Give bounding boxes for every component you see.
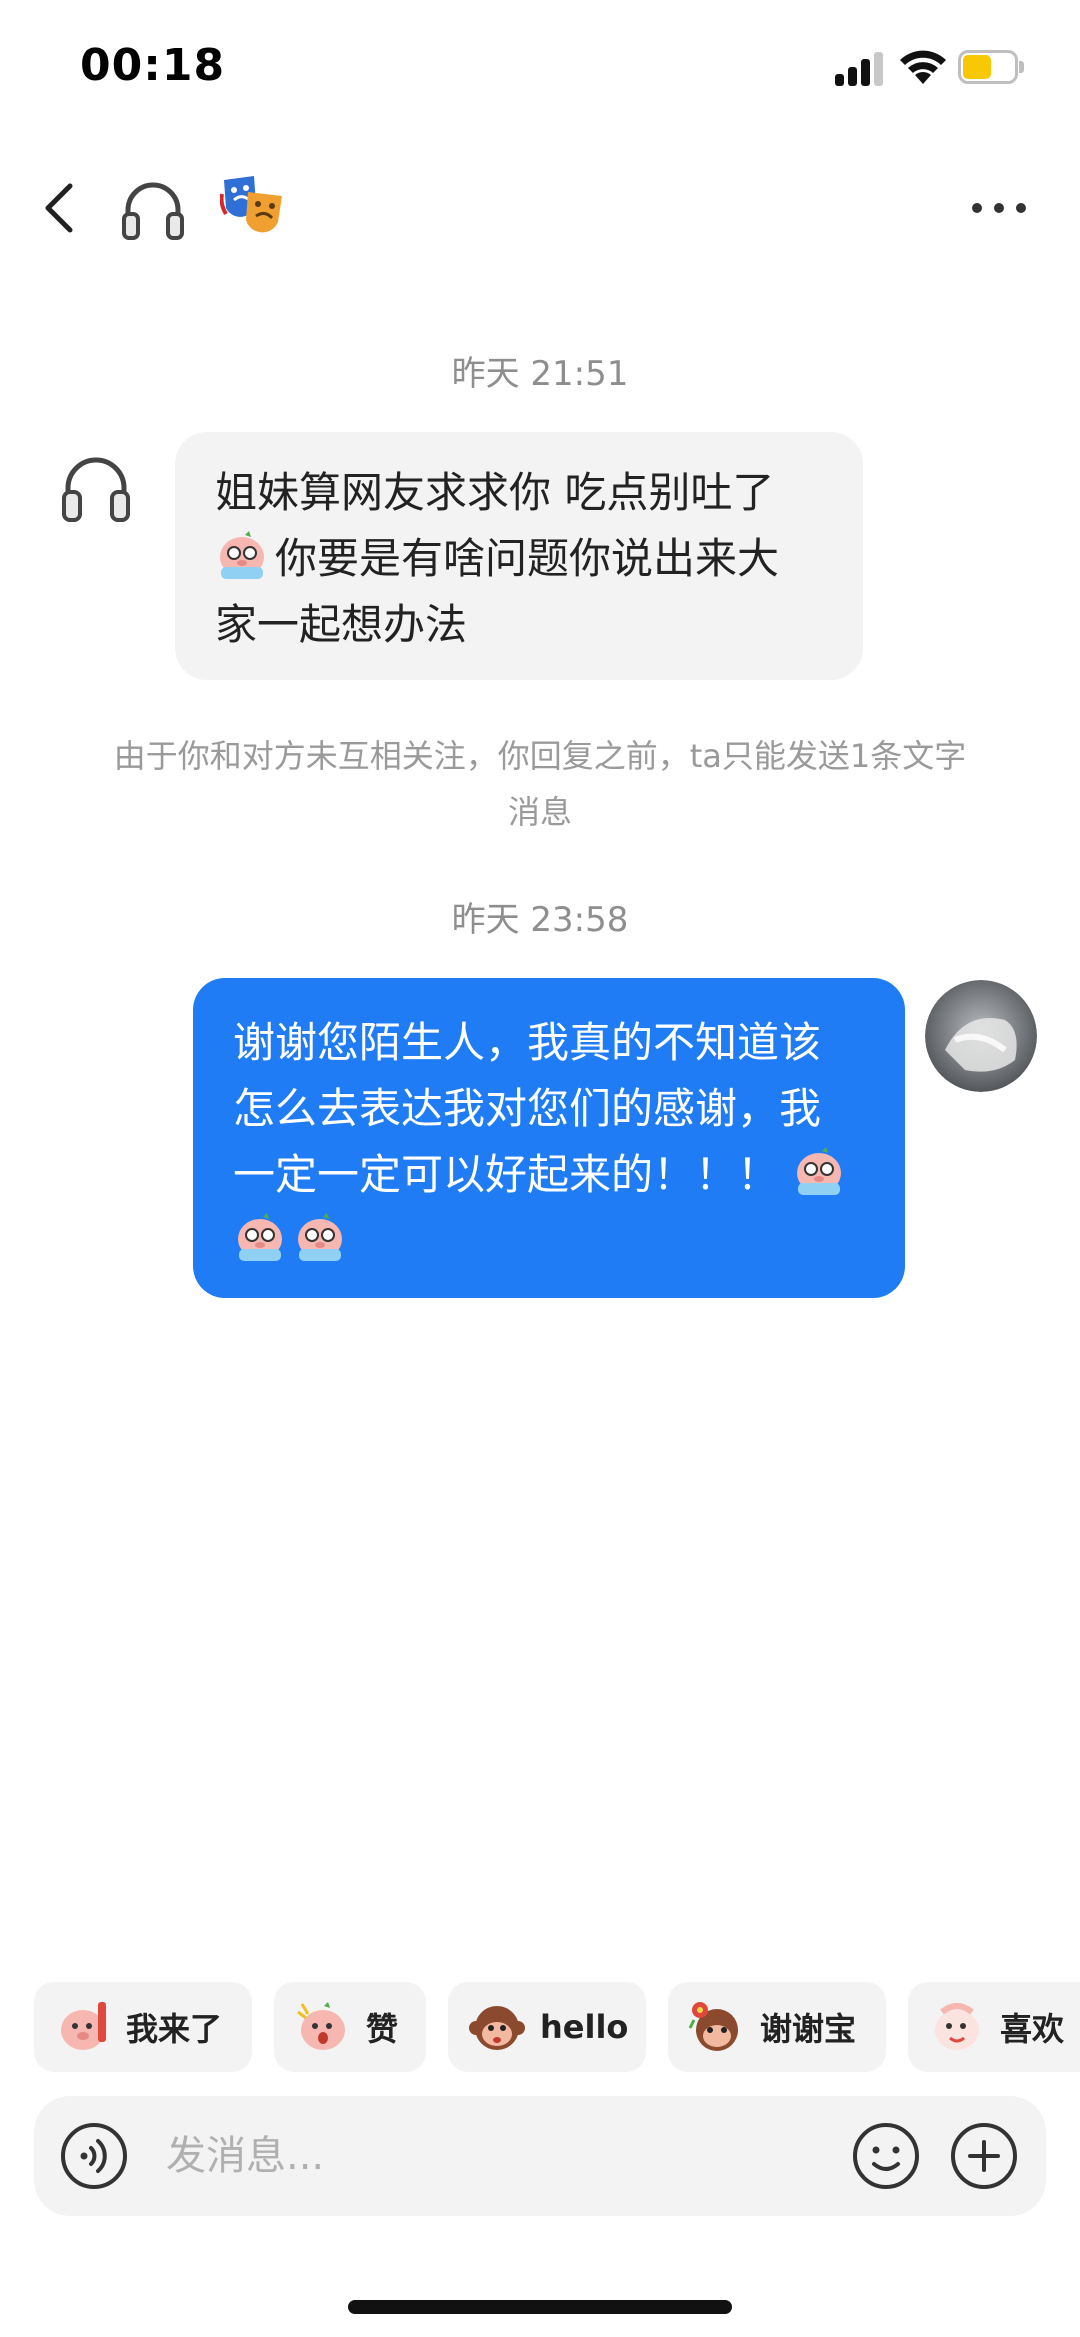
notice-line: 消息: [507, 793, 572, 831]
more-horizontal-icon[interactable]: [970, 200, 1030, 216]
cellular-signal-icon: [835, 50, 885, 86]
incoming-message-bubble[interactable]: 姐妹算网友求求你 吃点别吐了 你要是有啥问题你说出来大 家一起想办法: [175, 432, 863, 680]
crying-pig-emoji: [238, 1213, 282, 1261]
voice-icon[interactable]: [60, 2122, 128, 2190]
message-line-text: 一定一定可以好起来的！！！: [233, 1150, 780, 1199]
chat-header: [0, 150, 1080, 270]
monkey-flower-emoji: [688, 2002, 738, 2051]
plus-icon[interactable]: [950, 2122, 1018, 2190]
quick-reply-label: 赞: [366, 2010, 399, 2048]
status-bar: 00:18: [0, 0, 1080, 140]
message-line: 怎么去表达我对您们的感谢，我: [233, 1084, 822, 1133]
quick-reply-label: 谢谢宝: [760, 2010, 857, 2048]
crying-pig-emoji: [298, 1213, 342, 1261]
message-line: 姐妹算网友求求你 吃点别吐了: [215, 468, 775, 517]
quick-reply-chip[interactable]: 我来了: [34, 1982, 252, 2072]
monkey-emoji: [469, 2006, 525, 2050]
wifi-icon: [900, 50, 946, 84]
pig-love-emoji: [935, 2003, 979, 2050]
message-line: 一定一定可以好起来的！！！: [233, 1142, 865, 1208]
battery-icon: [958, 50, 1024, 84]
home-indicator[interactable]: [348, 2300, 732, 2314]
quick-reply-label: 我来了: [126, 2010, 223, 2048]
quick-reply-chip[interactable]: 谢谢宝: [668, 1982, 886, 2072]
crying-pig-emoji: [220, 531, 264, 579]
notice-line: 由于你和对方未互相关注，你回复之前，ta只能发送1条文字: [113, 737, 967, 775]
performing-arts-masks-icon: [220, 176, 282, 233]
quick-reply-chip[interactable]: hello: [448, 1982, 646, 2072]
chevron-left-icon[interactable]: [36, 178, 86, 238]
message-timestamp: 昨天 23:58: [451, 900, 629, 940]
user-avatar[interactable]: [925, 980, 1037, 1092]
quick-reply-chip[interactable]: 喜欢: [908, 1982, 1080, 2072]
message-line: 谢谢您陌生人，我真的不知道该: [233, 1018, 822, 1067]
message-line: 你要是有啥问题你说出来大: [215, 526, 823, 592]
status-time: 00:18: [80, 40, 226, 91]
message-line-text: 你要是有啥问题你说出来大: [275, 534, 780, 583]
message-input[interactable]: [166, 2126, 766, 2186]
message-composer: [34, 2096, 1046, 2216]
quick-reply-chip[interactable]: 赞: [274, 1982, 426, 2072]
outgoing-message-bubble[interactable]: 谢谢您陌生人，我真的不知道该 怎么去表达我对您们的感谢，我 一定一定可以好起来的…: [193, 978, 905, 1298]
pig-surprised-emoji: [297, 2002, 345, 2050]
follow-restriction-notice: 由于你和对方未互相关注，你回复之前，ta只能发送1条文字 消息: [80, 728, 1000, 840]
message-line: [233, 1208, 865, 1274]
headphones-icon[interactable]: [56, 448, 136, 524]
headphones-icon[interactable]: [118, 176, 188, 242]
quick-reply-label: hello: [540, 2008, 629, 2046]
crying-pig-emoji: [797, 1147, 842, 1195]
pig-waving-emoji: [61, 2002, 106, 2050]
message-line: 家一起想办法: [215, 600, 468, 649]
message-timestamp: 昨天 21:51: [451, 354, 629, 394]
quick-reply-row: 我来了 赞 hello 谢谢宝 喜欢: [0, 1982, 1080, 2072]
quick-reply-label: 喜欢: [1000, 2010, 1065, 2048]
smile-icon[interactable]: [852, 2122, 920, 2190]
